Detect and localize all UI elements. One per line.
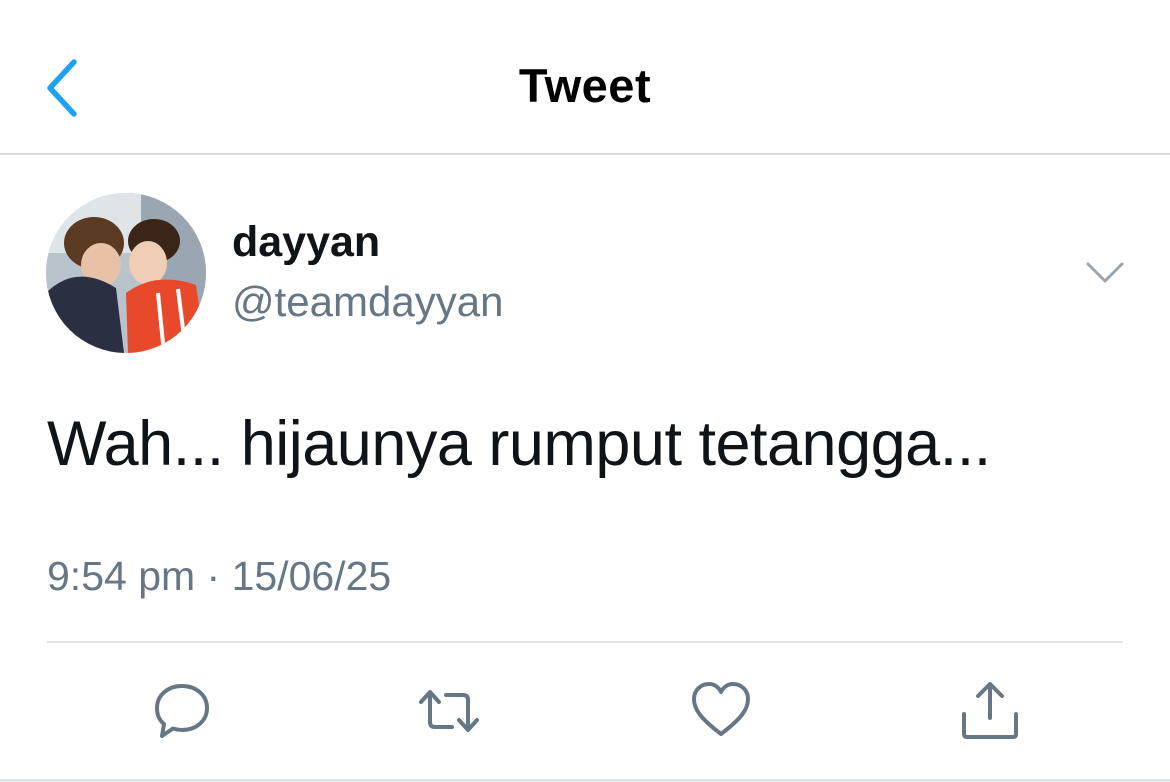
reply-button[interactable] [151, 680, 213, 742]
retweet-button[interactable] [418, 680, 480, 742]
avatar-image [46, 193, 206, 353]
like-icon [692, 682, 750, 736]
like-button[interactable] [690, 680, 752, 742]
reply-icon [155, 684, 209, 738]
divider [47, 641, 1123, 643]
avatar[interactable] [46, 193, 206, 353]
tweet-detail-screen: Tweet dayyan @teamdayyan Wah... hijaunya… [0, 0, 1170, 782]
chevron-down-icon [1086, 262, 1124, 283]
retweet-icon [419, 690, 479, 732]
author-display-name[interactable]: dayyan [232, 218, 380, 267]
author-handle[interactable]: @teamdayyan [232, 278, 503, 326]
tweet-timestamp[interactable]: 9:54 pm · 15/06/25 [47, 553, 391, 600]
share-icon [962, 682, 1018, 739]
tweet-text: Wah... hijaunya rumput tetangga... [47, 409, 991, 479]
share-button[interactable] [959, 680, 1021, 742]
page-title: Tweet [518, 59, 652, 112]
tweet-options-button[interactable] [1084, 254, 1126, 290]
navigation-bar: Tweet [0, 0, 1170, 155]
